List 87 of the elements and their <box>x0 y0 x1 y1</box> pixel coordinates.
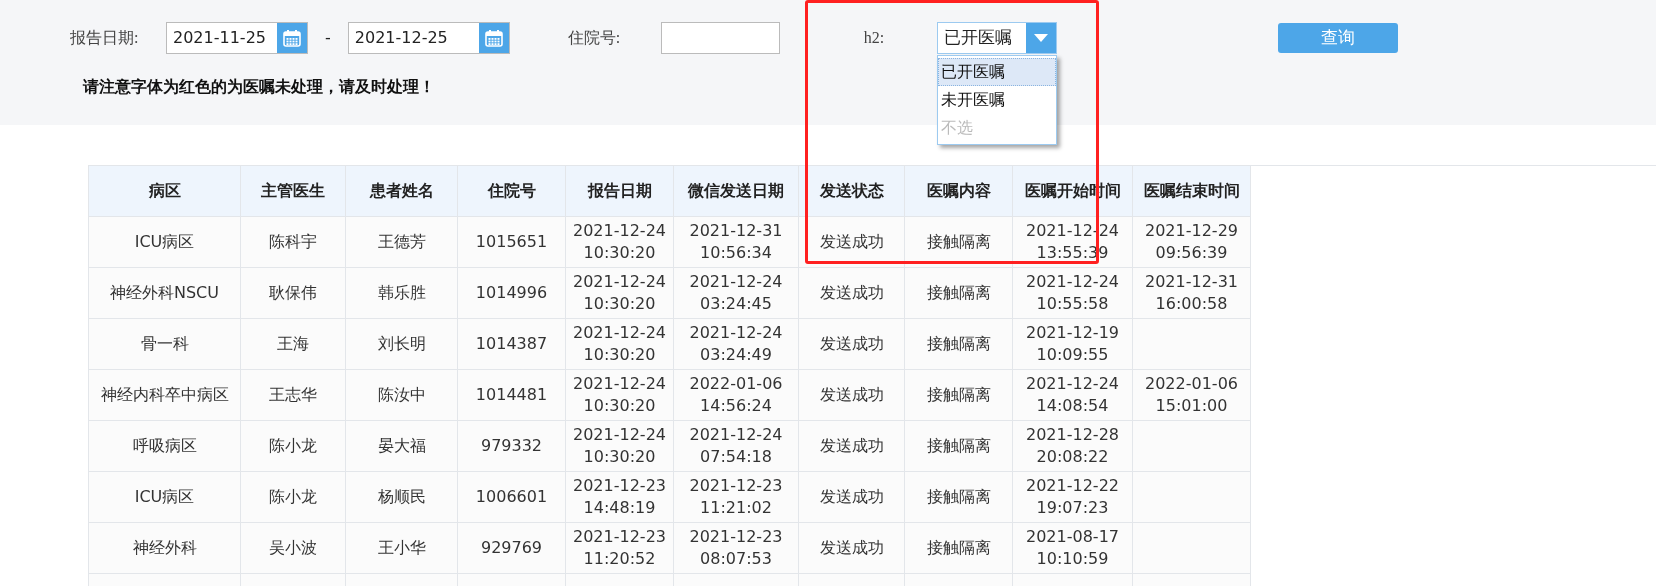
table-cell: 接触隔离 <box>905 523 1013 574</box>
table-cell: 刘长明 <box>346 319 458 370</box>
table-cell: 呼吸病区 <box>89 421 241 472</box>
table-cell: 耿保伟 <box>241 268 346 319</box>
column-header: 发送状态 <box>799 166 905 217</box>
table-cell: 发送成功 <box>799 523 905 574</box>
table-cell: 2021-12-23 11:20:52 <box>566 523 674 574</box>
table-cell: 2021-12-24 10:30:20 <box>566 319 674 370</box>
filter-label: h2: <box>863 28 886 48</box>
date-field[interactable]: 2021-12-25 <box>347 22 510 54</box>
table-cell: 2021-12-31 16:00:58 <box>1133 268 1251 319</box>
table-cell: 吴小波 <box>241 523 346 574</box>
table-cell: 接触隔离 <box>905 370 1013 421</box>
table-cell: 1014481 <box>458 370 566 421</box>
table-cell: 2021-12-24 10:30:20 <box>566 217 674 268</box>
table-cell: 王德芳 <box>346 217 458 268</box>
calendar-icon[interactable] <box>478 23 509 53</box>
table-cell: 神经内科卒中病区 <box>89 370 241 421</box>
table-cell: 2021-12-22 19:07:23 <box>1013 472 1133 523</box>
table-cell: 929769 <box>458 523 566 574</box>
table-cell: 发送成功 <box>799 421 905 472</box>
table-cell: 陈汝中 <box>346 370 458 421</box>
table-cell: 1014996 <box>458 268 566 319</box>
table-cell: 2021-12-24 03:24:45 <box>674 268 799 319</box>
table-cell: 接触隔离 <box>905 421 1013 472</box>
dropdown-option[interactable]: 未开医嘱 <box>937 86 1056 114</box>
table-cell: 发送成功 <box>799 319 905 370</box>
table-cell: ICU病区 <box>89 217 241 268</box>
table-cell: 韩乐胜 <box>346 268 458 319</box>
filter-label: 报告日期: <box>70 28 140 48</box>
table-cell: 杨顺民 <box>346 472 458 523</box>
column-header: 医嘱内容 <box>905 166 1013 217</box>
table-cell: 陈小龙 <box>241 421 346 472</box>
table-cell: 神经外科 <box>89 523 241 574</box>
table-cell: 发送成功 <box>799 370 905 421</box>
table-cell: 2021-12-24 03:24:49 <box>674 319 799 370</box>
column-header: 病区 <box>89 166 241 217</box>
table-cell: 1015651 <box>458 217 566 268</box>
table-cell: 2021-12-24 10:30:20 <box>566 421 674 472</box>
table-cell: 骨一科 <box>89 319 241 370</box>
table-cell: 2021-08-17 10:10:59 <box>1013 523 1133 574</box>
table-cell: 接触隔离 <box>905 217 1013 268</box>
table-cell: 王志华 <box>241 370 346 421</box>
table-cell: 王海 <box>241 319 346 370</box>
table-cell: 陈科宇 <box>241 217 346 268</box>
table-cell: 2021-12-31 10:56:34 <box>674 217 799 268</box>
date-field[interactable]: 2021-11-25 <box>166 22 308 54</box>
table-cell: 2021-12-24 10:30:20 <box>566 268 674 319</box>
table-cell: 接触隔离 <box>905 268 1013 319</box>
table-cell: 发送成功 <box>799 472 905 523</box>
table-cell: 接触隔离 <box>905 472 1013 523</box>
table-cell: ICU病区 <box>89 472 241 523</box>
table-cell: 2021-12-23 11:21:02 <box>674 472 799 523</box>
date-separator: - <box>325 27 331 49</box>
table-cell: 2021-12-29 09:56:39 <box>1133 217 1251 268</box>
table-cell: 2021-12-24 07:54:18 <box>674 421 799 472</box>
table-cell: 2021-12-23 14:48:19 <box>566 472 674 523</box>
column-header: 微信发送日期 <box>674 166 799 217</box>
column-header: 患者姓名 <box>346 166 458 217</box>
table-cell: 2021-12-24 10:30:20 <box>566 370 674 421</box>
filter-label: 住院号: <box>567 28 622 48</box>
calendar-icon[interactable] <box>277 23 307 53</box>
table-cell: 2021-12-19 10:09:55 <box>1013 319 1133 370</box>
admission-number-field[interactable] <box>660 22 780 54</box>
table-cell: 2021-12-24 10:55:58 <box>1013 268 1133 319</box>
table-cell: 接触隔离 <box>905 319 1013 370</box>
table-cell: 发送成功 <box>799 268 905 319</box>
table-cell: 发送成功 <box>799 217 905 268</box>
column-header: 主管医生 <box>241 166 346 217</box>
table-cell: 979332 <box>458 421 566 472</box>
table-cell: 2022-01-06 15:01:00 <box>1133 370 1251 421</box>
column-header: 住院号 <box>458 166 566 217</box>
table-cell: 2021-12-23 08:07:53 <box>674 523 799 574</box>
table-cell: 神经外科NSCU <box>89 268 241 319</box>
table-cell: 1006601 <box>458 472 566 523</box>
column-header: 医嘱结束时间 <box>1133 166 1251 217</box>
table-cell: 王小华 <box>346 523 458 574</box>
table-cell: 2021-12-28 20:08:22 <box>1013 421 1133 472</box>
select-field[interactable]: 已开医嘱 <box>936 22 1057 54</box>
caret-icon[interactable] <box>1025 23 1056 53</box>
table-cell: 晏大福 <box>346 421 458 472</box>
table-cell: 2021-12-24 14:08:54 <box>1013 370 1133 421</box>
table-cell: 2022-01-06 14:56:24 <box>674 370 799 421</box>
column-header: 报告日期 <box>566 166 674 217</box>
table-cell: 陈小龙 <box>241 472 346 523</box>
dropdown-option[interactable]: 已开医嘱 <box>937 58 1056 86</box>
table-cell: 1014387 <box>458 319 566 370</box>
